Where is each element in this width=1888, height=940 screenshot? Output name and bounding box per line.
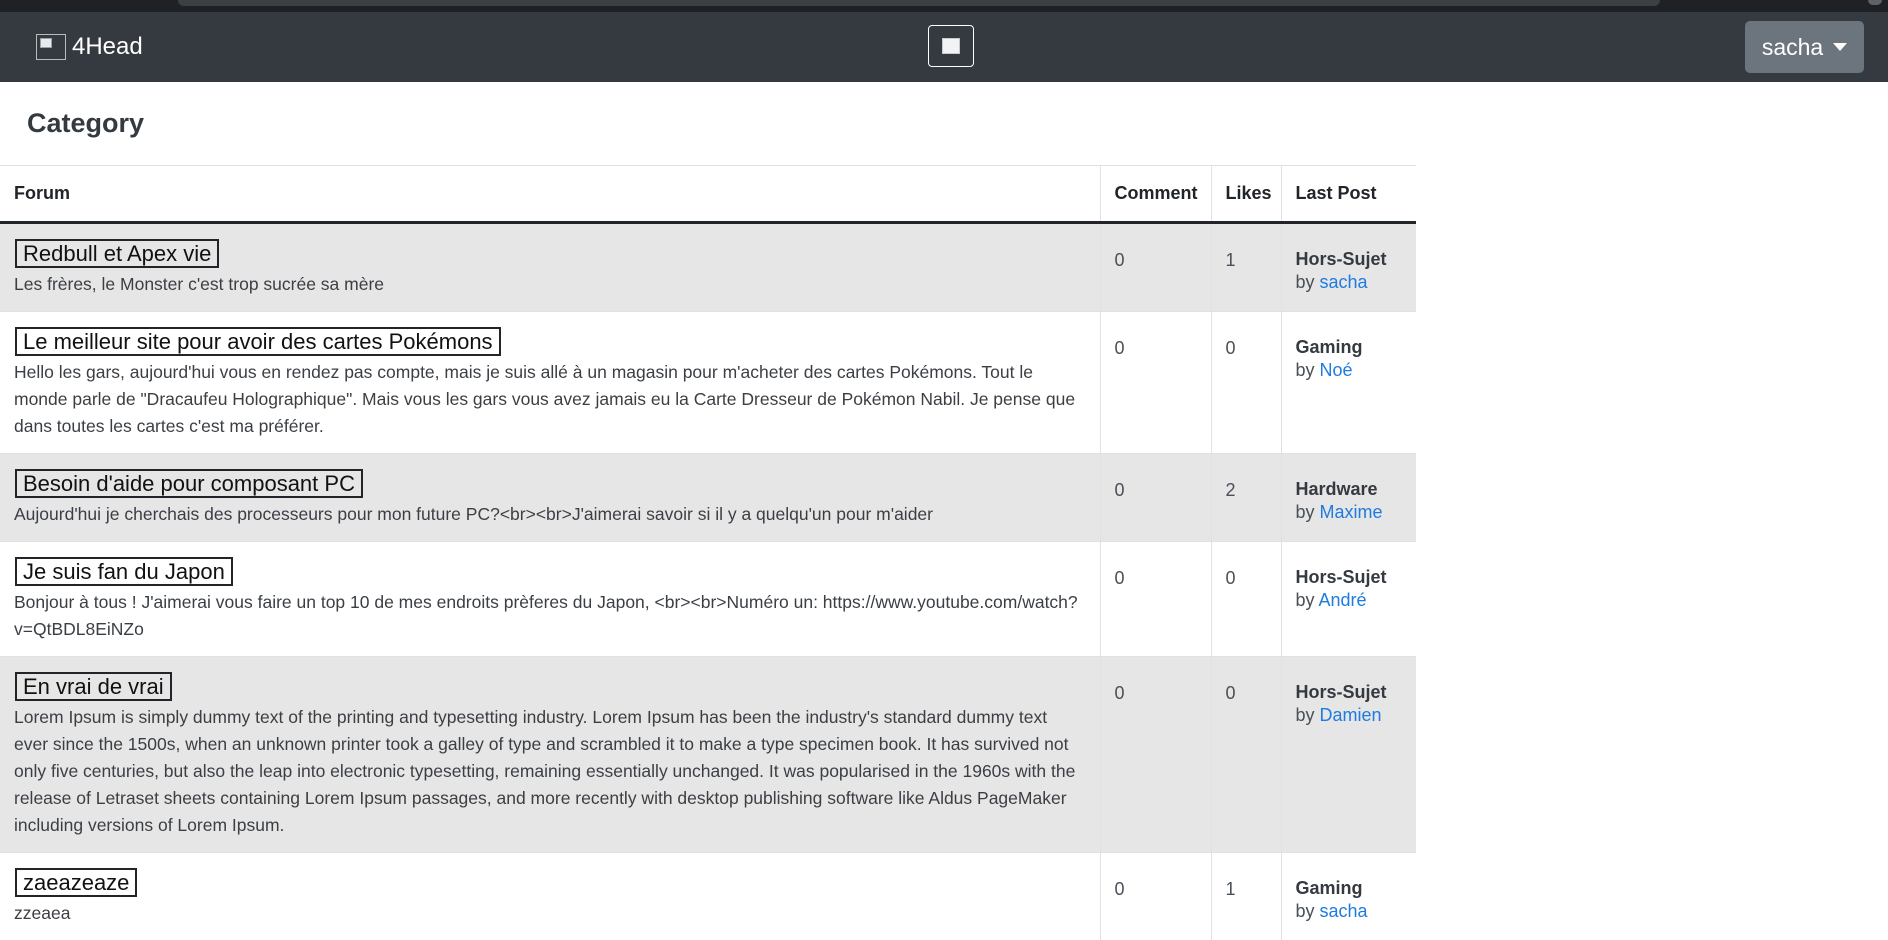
topic-description: zzeaea [14, 900, 1086, 927]
author-link[interactable]: Damien [1320, 705, 1382, 725]
comment-count: 0 [1100, 657, 1211, 853]
likes-count: 1 [1211, 223, 1281, 312]
forum-table: Forum Comment Likes Last Post Redbull et… [0, 165, 1416, 940]
last-post-cell: Hors-Sujet by Damien [1281, 657, 1416, 853]
by-label: by [1296, 901, 1315, 921]
likes-count: 2 [1211, 454, 1281, 542]
comment-count: 0 [1100, 853, 1211, 940]
author-link[interactable]: André [1319, 590, 1367, 610]
by-label: by [1296, 360, 1315, 380]
table-row: Redbull et Apex vie Les frères, le Monst… [0, 223, 1416, 312]
table-row: En vrai de vrai Lorem Ipsum is simply du… [0, 657, 1416, 853]
home-image-button[interactable] [928, 25, 974, 67]
last-post-category: Gaming [1296, 336, 1403, 359]
topic-title-button[interactable]: zaeazeaze [15, 868, 137, 897]
last-post-category: Hors-Sujet [1296, 566, 1403, 589]
header-likes: Likes [1211, 166, 1281, 223]
topic-description: Aujourd'hui je cherchais des processeurs… [14, 501, 1086, 528]
forum-cell: Redbull et Apex vie Les frères, le Monst… [0, 223, 1100, 312]
broken-image-icon [942, 38, 960, 54]
table-header-row: Forum Comment Likes Last Post [0, 166, 1416, 223]
author-link[interactable]: Maxime [1320, 502, 1383, 522]
browser-top-strip [0, 0, 1888, 12]
comment-count: 0 [1100, 542, 1211, 657]
forum-cell: Besoin d'aide pour composant PC Aujourd'… [0, 454, 1100, 542]
last-post-category: Hardware [1296, 478, 1403, 501]
by-label: by [1296, 272, 1315, 292]
navbar: 4Head sacha [0, 12, 1888, 82]
header-forum: Forum [0, 166, 1100, 223]
table-row: Je suis fan du Japon Bonjour à tous ! J'… [0, 542, 1416, 657]
header-comment: Comment [1100, 166, 1211, 223]
by-label: by [1296, 705, 1315, 725]
last-post-cell: Hors-Sujet by sacha [1281, 223, 1416, 312]
topic-description: Lorem Ipsum is simply dummy text of the … [14, 704, 1086, 839]
comment-count: 0 [1100, 312, 1211, 454]
browser-address-bar-edge [178, 0, 1660, 6]
topic-description: Hello les gars, aujourd'hui vous en rend… [14, 359, 1086, 440]
topic-title-button[interactable]: Redbull et Apex vie [15, 239, 219, 268]
author-link[interactable]: Noé [1320, 360, 1353, 380]
likes-count: 0 [1211, 542, 1281, 657]
forum-cell: Je suis fan du Japon Bonjour à tous ! J'… [0, 542, 1100, 657]
likes-count: 0 [1211, 657, 1281, 853]
user-name: sacha [1762, 34, 1823, 61]
last-post-category: Gaming [1296, 877, 1403, 900]
author-link[interactable]: sacha [1320, 901, 1368, 921]
table-row: zaeazeaze zzeaea 0 1 Gaming by sacha [0, 853, 1416, 940]
forum-cell: zaeazeaze zzeaea [0, 853, 1100, 940]
topic-title-button[interactable]: Besoin d'aide pour composant PC [15, 469, 363, 498]
comment-count: 0 [1100, 454, 1211, 542]
topic-title-button[interactable]: En vrai de vrai [15, 672, 172, 701]
brand-logo-icon [36, 34, 66, 60]
last-post-category: Hors-Sujet [1296, 681, 1403, 704]
page-title: Category [27, 108, 144, 139]
by-label: by [1296, 502, 1315, 522]
author-link[interactable]: sacha [1320, 272, 1368, 292]
likes-count: 1 [1211, 853, 1281, 940]
last-post-cell: Hardware by Maxime [1281, 454, 1416, 542]
last-post-cell: Gaming by sacha [1281, 853, 1416, 940]
topic-description: Bonjour à tous ! J'aimerai vous faire un… [14, 589, 1086, 643]
forum-cell: Le meilleur site pour avoir des cartes P… [0, 312, 1100, 454]
brand-link[interactable]: 4Head [36, 32, 143, 62]
table-row: Le meilleur site pour avoir des cartes P… [0, 312, 1416, 454]
topic-title-button[interactable]: Le meilleur site pour avoir des cartes P… [15, 327, 501, 356]
topic-description: Les frères, le Monster c'est trop sucrée… [14, 271, 1086, 298]
likes-count: 0 [1211, 312, 1281, 454]
last-post-cell: Hors-Sujet by André [1281, 542, 1416, 657]
browser-menu-edge [1868, 0, 1882, 5]
last-post-category: Hors-Sujet [1296, 248, 1403, 271]
comment-count: 0 [1100, 223, 1211, 312]
topic-title-button[interactable]: Je suis fan du Japon [15, 557, 233, 586]
forum-cell: En vrai de vrai Lorem Ipsum is simply du… [0, 657, 1100, 853]
caret-down-icon [1833, 43, 1847, 51]
user-dropdown-button[interactable]: sacha [1745, 21, 1864, 73]
last-post-cell: Gaming by Noé [1281, 312, 1416, 454]
table-row: Besoin d'aide pour composant PC Aujourd'… [0, 454, 1416, 542]
header-last-post: Last Post [1281, 166, 1416, 223]
brand-name: 4Head [72, 33, 143, 61]
by-label: by [1296, 590, 1315, 610]
